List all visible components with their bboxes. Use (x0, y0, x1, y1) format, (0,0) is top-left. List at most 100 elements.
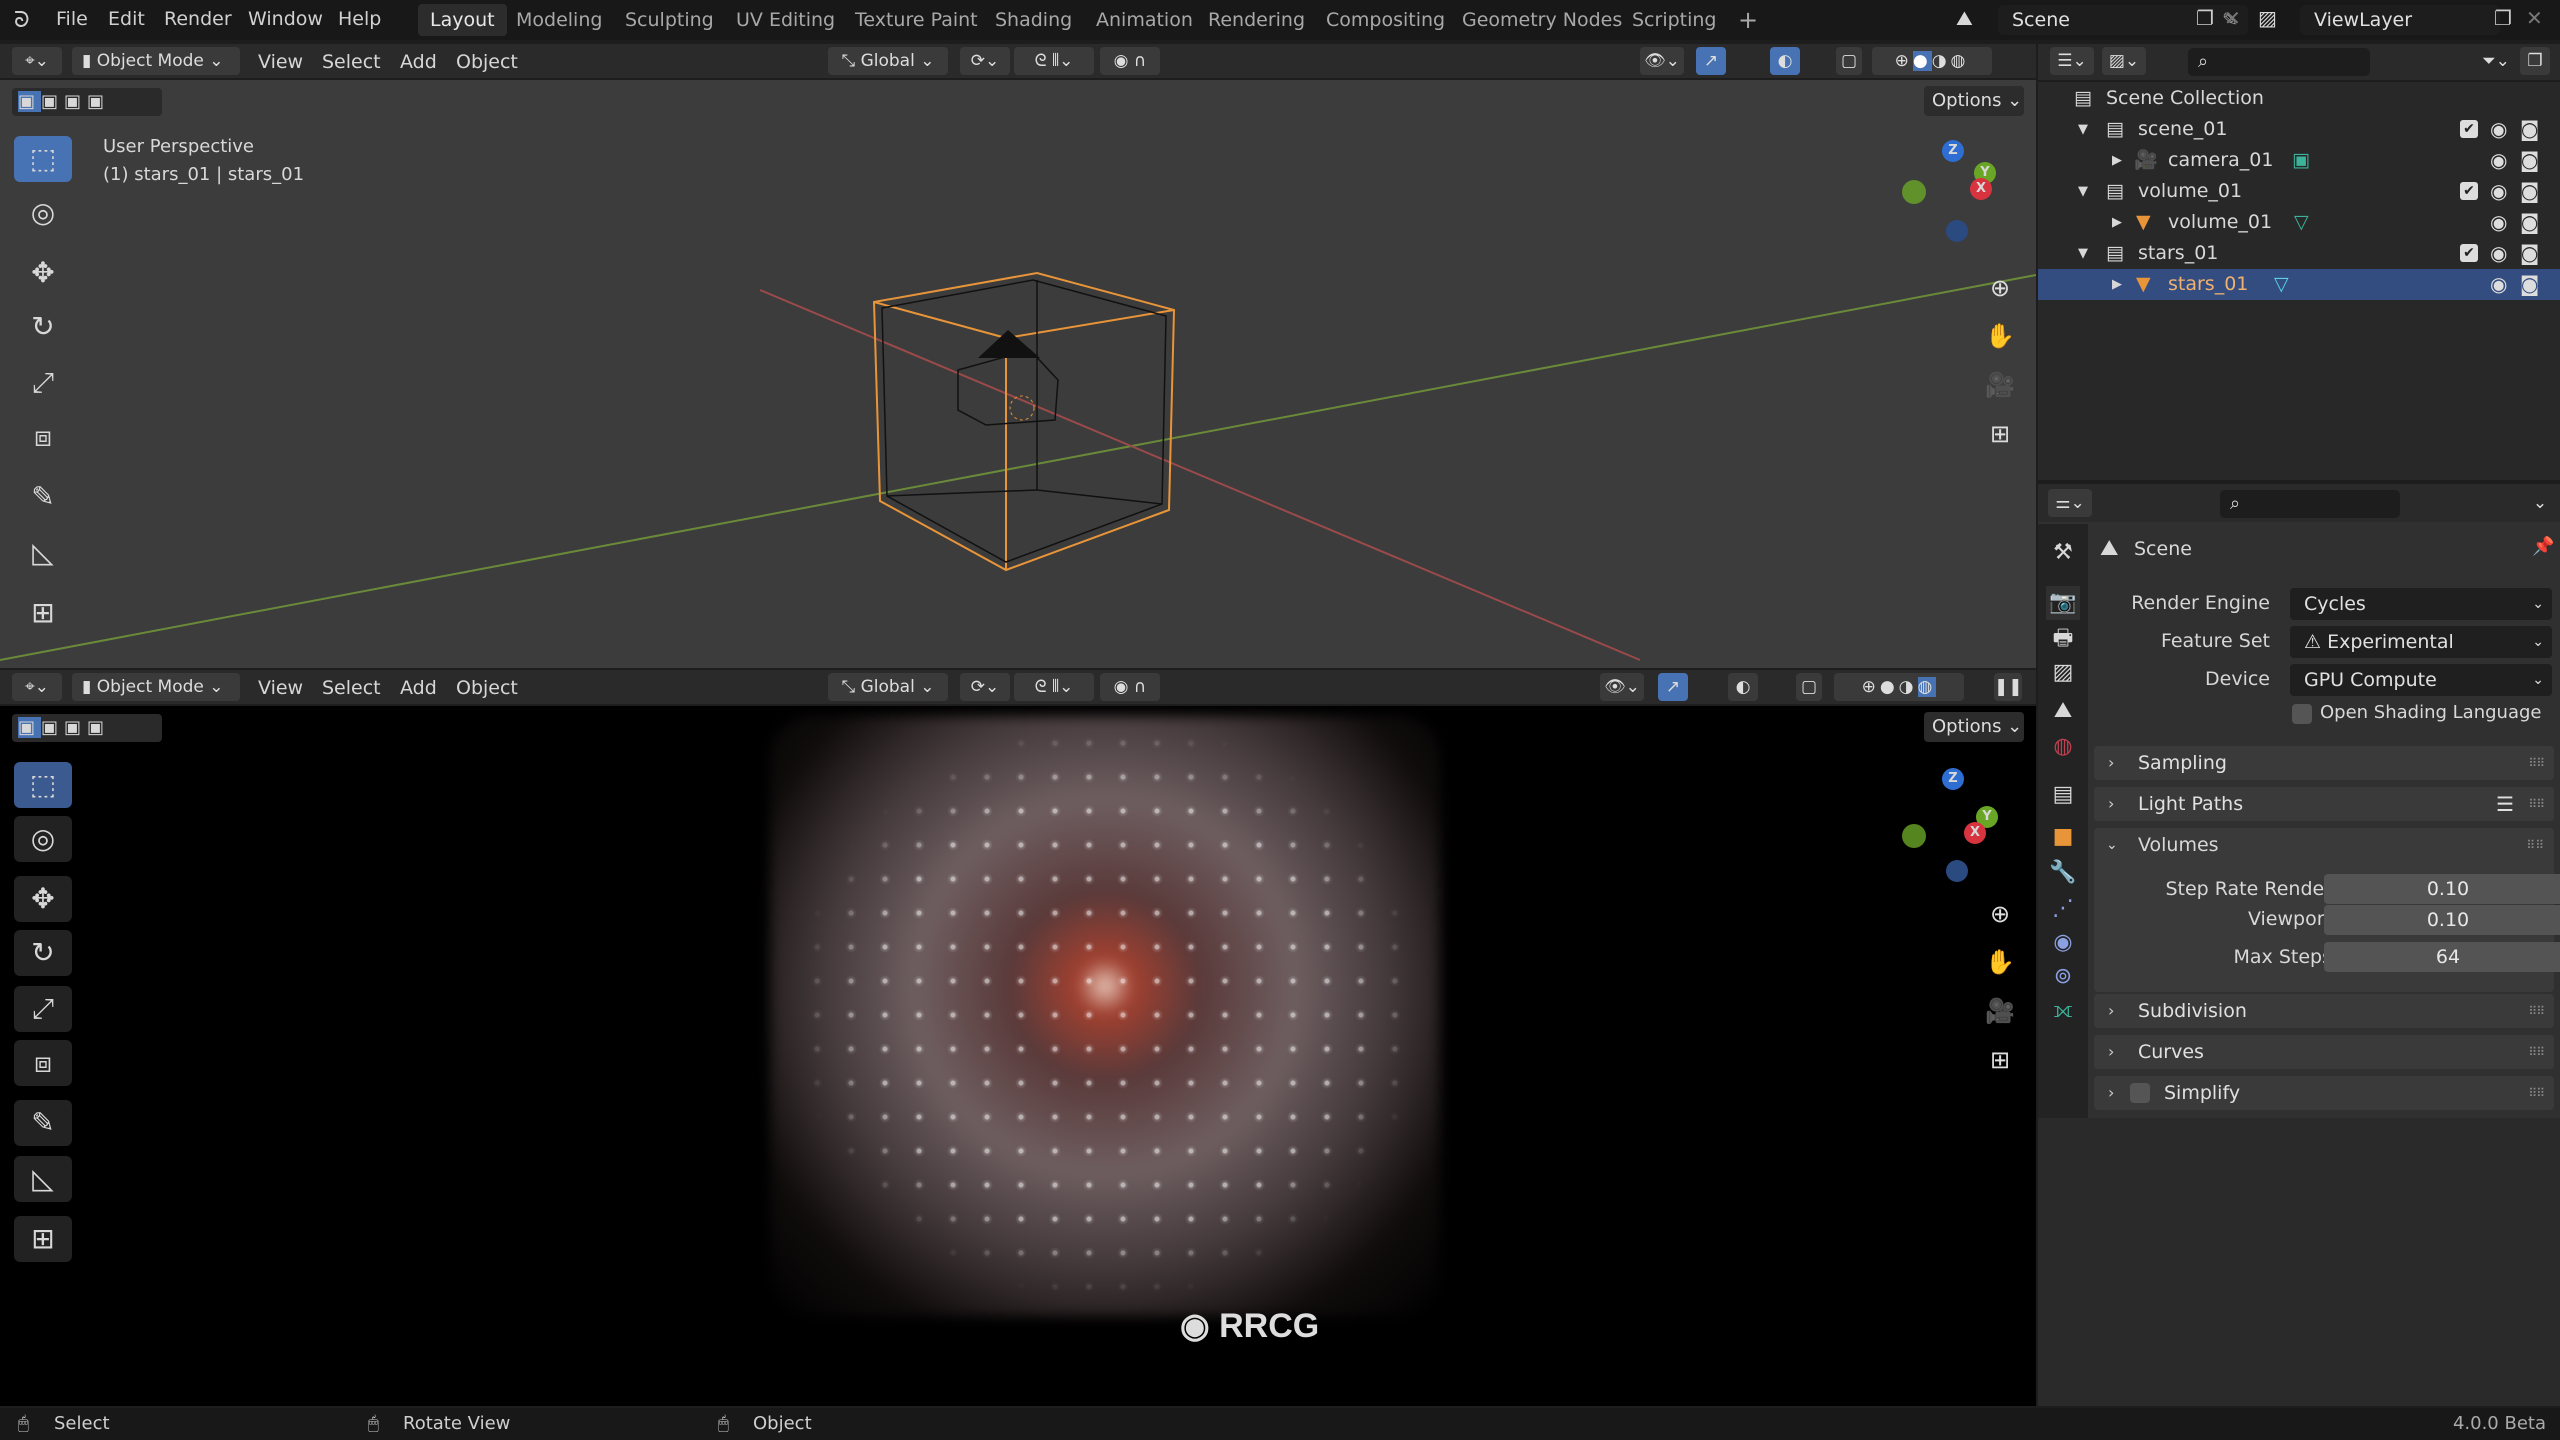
simplify-checkbox[interactable] (2130, 1083, 2150, 1103)
tab-modeling[interactable]: Modeling (504, 4, 614, 36)
render-camera-icon[interactable]: ◙ (2520, 238, 2539, 269)
editor-type-icon[interactable]: ⌖⌄ (12, 673, 62, 701)
menu-edit[interactable]: Edit (108, 8, 145, 30)
gizmo-z[interactable]: Z (1942, 768, 1964, 790)
pan-hand-icon[interactable]: ✋ (1982, 944, 2018, 980)
render-camera-icon[interactable]: ◙ (2520, 269, 2539, 300)
gizmo-neg-y[interactable] (1902, 180, 1926, 204)
camera-view-icon[interactable]: 🎥 (1982, 367, 2018, 403)
drag-grip-icon[interactable]: ⠿⠿ (2528, 746, 2545, 780)
eye-icon[interactable]: ◉ (2490, 269, 2507, 300)
move-tool[interactable]: ✥ (14, 250, 72, 296)
new-scene-icon[interactable]: ❐ (2196, 6, 2214, 30)
feature-set-dropdown[interactable]: ⚠ Experimental ⌄ (2290, 626, 2552, 658)
display-mode-icon[interactable]: ☰⌄ (2050, 47, 2094, 75)
options-chevron-icon[interactable]: ⌄ (2526, 489, 2554, 517)
expand-arrow-icon[interactable]: ▶ (2112, 207, 2122, 238)
add-workspace-button[interactable]: + (1726, 4, 1770, 36)
transform-tool[interactable]: ⧈ (14, 414, 72, 460)
menu-window[interactable]: Window (248, 8, 323, 30)
zoom-icon[interactable]: ⊕ (1982, 896, 2018, 932)
camera-view-icon[interactable]: 🎥 (1982, 993, 2018, 1029)
tab-scripting[interactable]: Scripting (1620, 4, 1729, 36)
outliner-row[interactable]: ▼ ▤ scene_01 ✔ ◉ ◙ (2038, 114, 2560, 145)
pan-hand-icon[interactable]: ✋ (1982, 318, 2018, 354)
scale-tool[interactable]: ⤢ (14, 360, 72, 406)
device-dropdown[interactable]: GPU Compute ⌄ (2290, 664, 2552, 696)
navigation-gizmo[interactable]: Z Y X (1890, 140, 2010, 250)
transform-tool[interactable]: ⧈ (14, 1040, 72, 1086)
close-icon[interactable]: ✕ (2224, 6, 2241, 30)
orientation-dropdown[interactable]: ⤡ Global ⌄ (828, 47, 948, 75)
collapse-arrow-icon[interactable]: ▼ (2078, 114, 2088, 145)
ortho-grid-icon[interactable]: ⊞ (1982, 416, 2018, 452)
viewlayer-icon[interactable]: ▨ (2258, 6, 2277, 30)
drag-grip-icon[interactable]: ⠿⠿ (2528, 1035, 2545, 1069)
eye-icon[interactable]: ◉ (2490, 114, 2507, 145)
gizmo-x[interactable]: X (1964, 822, 1986, 844)
properties-search-input[interactable]: ⌕ (2220, 490, 2400, 518)
gizmo-z[interactable]: Z (1942, 140, 1964, 162)
tab-uv-editing[interactable]: UV Editing (724, 4, 847, 36)
options-button[interactable]: Options ⌄ (1924, 86, 2024, 116)
add-menu[interactable]: Add (400, 48, 437, 76)
rotate-tool[interactable]: ↻ (14, 304, 72, 350)
shading-mode-buttons[interactable]: ⊕●◑◍ (1834, 673, 1964, 701)
modifier-data-icon[interactable]: ▽ (2274, 269, 2289, 300)
tab-sculpting[interactable]: Sculpting (613, 4, 726, 36)
step-rate-render-field[interactable]: 0.10 (2324, 874, 2560, 904)
select-mode-buttons[interactable]: ▣▣▣▣ (12, 714, 162, 742)
tab-animation[interactable]: Animation (1084, 4, 1205, 36)
osl-checkbox[interactable] (2292, 704, 2312, 724)
viewport-step-rate-field[interactable]: 0.10 (2324, 905, 2560, 935)
exclude-checkbox[interactable]: ✔ (2460, 120, 2478, 138)
close-viewlayer-icon[interactable]: ✕ (2526, 6, 2543, 30)
outliner-row[interactable]: ▼ ▤ volume_01 ✔ ◉ ◙ (2038, 176, 2560, 207)
drag-grip-icon[interactable]: ⠿⠿ (2528, 1076, 2545, 1110)
max-steps-field[interactable]: 64 (2324, 942, 2560, 972)
render-camera-icon[interactable]: ◙ (2520, 114, 2539, 145)
outliner-row[interactable]: ▼ ▤ stars_01 ✔ ◉ ◙ (2038, 238, 2560, 269)
pivot-icon[interactable]: ⟳⌄ (960, 47, 1010, 75)
render-camera-icon[interactable]: ◙ (2520, 207, 2539, 238)
gizmo-toggle-icon[interactable]: ↗ (1658, 673, 1688, 701)
editor-type-icon[interactable]: ⌖⌄ (12, 47, 62, 75)
menu-render[interactable]: Render (164, 8, 232, 30)
eye-icon[interactable]: ◉ (2490, 207, 2507, 238)
scene-icon[interactable]: ⛰ (1956, 6, 1973, 30)
add-menu[interactable]: Add (400, 674, 437, 702)
overlay-toggle-icon[interactable]: ◐ (1728, 673, 1758, 701)
data-tab-icon[interactable]: ⟗ (2046, 994, 2080, 1028)
outliner-row-selected[interactable]: ▶ ▼ stars_01 ▽ ◉ ◙ (2038, 269, 2560, 300)
outliner-search-input[interactable]: ⌕ (2188, 48, 2370, 76)
eye-icon[interactable]: ◉ (2490, 145, 2507, 176)
cursor-tool[interactable]: ◎ (14, 816, 72, 862)
panel-simplify[interactable]: › Simplify ⠿⠿ (2094, 1076, 2554, 1110)
xray-icon[interactable]: ▢ (1836, 47, 1862, 75)
collapse-arrow-icon[interactable]: ▼ (2078, 176, 2088, 207)
scale-tool[interactable]: ⤢ (14, 986, 72, 1032)
blender-logo-icon[interactable]: ᘐ (14, 8, 30, 33)
tab-layout[interactable]: Layout (418, 4, 507, 36)
measure-tool[interactable]: ◺ (14, 1156, 72, 1202)
render-engine-dropdown[interactable]: Cycles ⌄ (2290, 588, 2552, 620)
new-collection-icon[interactable]: ❐ (2520, 47, 2550, 75)
visibility-icon[interactable]: 👁⌄ (1640, 47, 1684, 75)
xray-icon[interactable]: ▢ (1796, 673, 1822, 701)
expand-arrow-icon[interactable]: ▶ (2112, 145, 2122, 176)
camera-data-icon[interactable]: ▣ (2292, 145, 2310, 176)
ortho-grid-icon[interactable]: ⊞ (1982, 1042, 2018, 1078)
tab-geometry-nodes[interactable]: Geometry Nodes (1450, 4, 1634, 36)
pivot-icon[interactable]: ⟳⌄ (960, 673, 1010, 701)
render-tab-icon[interactable]: 📷 (2046, 586, 2080, 620)
add-cube-tool[interactable]: ⊞ (14, 1216, 72, 1262)
view-menu[interactable]: View (258, 48, 303, 76)
exclude-checkbox[interactable]: ✔ (2460, 244, 2478, 262)
visibility-icon[interactable]: 👁⌄ (1600, 673, 1644, 701)
render-camera-icon[interactable]: ◙ (2520, 176, 2539, 207)
particles-tab-icon[interactable]: ⋰ (2046, 892, 2080, 926)
gizmo-x[interactable]: X (1970, 178, 1992, 200)
collapse-arrow-icon[interactable]: ▼ (2078, 238, 2088, 269)
outliner-row[interactable]: ▶ ▼ volume_01 ▽ ◉ ◙ (2038, 207, 2560, 238)
drag-grip-icon[interactable]: ⠿⠿ (2528, 787, 2545, 821)
